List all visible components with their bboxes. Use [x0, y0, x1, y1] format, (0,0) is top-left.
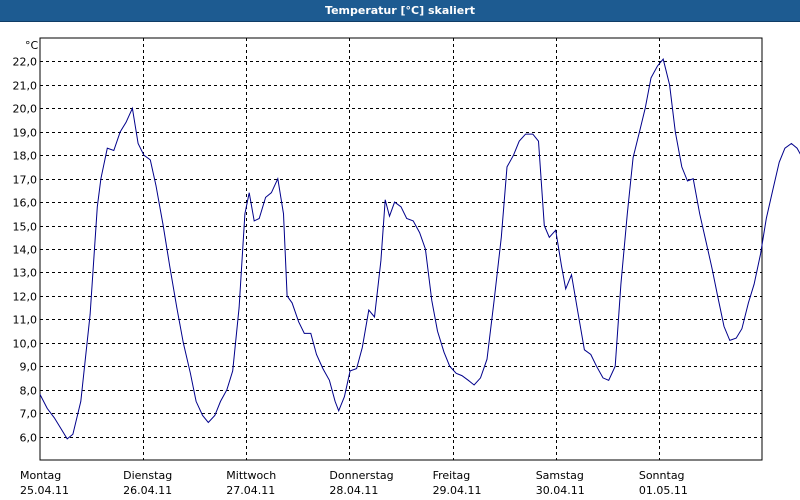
y-tick-label: 13,0	[13, 267, 38, 280]
y-tick-label: 16,0	[13, 197, 38, 210]
y-tick-label: 12,0	[13, 291, 38, 304]
x-axis-day-labels: Montag 25.04.11 Dienstag 26.04.11 Mittwoch 27…	[20, 469, 688, 497]
x-day-date-label: 25.04.11	[20, 484, 69, 497]
y-axis-ticks: 6,0 7,0 8,0 9,0 10,0 11,0 12,0 13,0 14,0 15,0 16,0…	[13, 56, 38, 445]
x-day-name-label: Montag	[20, 469, 61, 482]
temperature-line-chart: °C 6,0 7,0 8,0 9,0 10,0 11,0 12,0 13,0 14,0 15,0 1…	[13, 37, 800, 497]
x-day-name-label: Mittwoch	[226, 469, 276, 482]
y-tick-label: 15,0	[13, 221, 38, 234]
chart-window: Temperatur [°C] skaliert °C 6,0 7,0 8,0 9,0…	[0, 0, 800, 500]
x-day-name-label: Dienstag	[123, 469, 172, 482]
y-tick-label: 19,0	[13, 127, 38, 140]
y-tick-label: 20,0	[13, 103, 38, 116]
y-tick-label: 6,0	[20, 432, 38, 445]
window-title: Temperatur [°C] skaliert	[325, 4, 475, 17]
x-day-date-label: 01.05.11	[639, 484, 688, 497]
x-day-name-label: Sonntag	[639, 469, 685, 482]
x-day-date-label: 28.04.11	[329, 484, 378, 497]
plot-area: °C 6,0 7,0 8,0 9,0 10,0 11,0 12,0 13,0 14,0 15,0 1…	[0, 22, 800, 500]
y-tick-label: 7,0	[20, 408, 38, 421]
y-tick-label: 18,0	[13, 150, 38, 163]
y-tick-label: 17,0	[13, 174, 38, 187]
y-tick-label: 9,0	[20, 361, 38, 374]
x-day-date-label: 26.04.11	[123, 484, 172, 497]
y-tick-label: 10,0	[13, 338, 38, 351]
y-tick-label: 22,0	[13, 56, 38, 69]
x-day-date-label: 30.04.11	[536, 484, 585, 497]
y-tick-label: 21,0	[13, 80, 38, 93]
x-day-name-label: Samstag	[536, 469, 584, 482]
x-day-name-label: Freitag	[433, 469, 471, 482]
x-day-date-label: 29.04.11	[433, 484, 482, 497]
y-axis-unit-label: °C	[25, 39, 39, 52]
x-day-date-label: 27.04.11	[226, 484, 275, 497]
y-tick-label: 8,0	[20, 385, 38, 398]
grid-lines	[40, 38, 762, 460]
title-bar: Temperatur [°C] skaliert	[0, 0, 800, 22]
x-day-name-label: Donnerstag	[329, 469, 393, 482]
y-tick-label: 14,0	[13, 244, 38, 257]
y-tick-label: 11,0	[13, 314, 38, 327]
